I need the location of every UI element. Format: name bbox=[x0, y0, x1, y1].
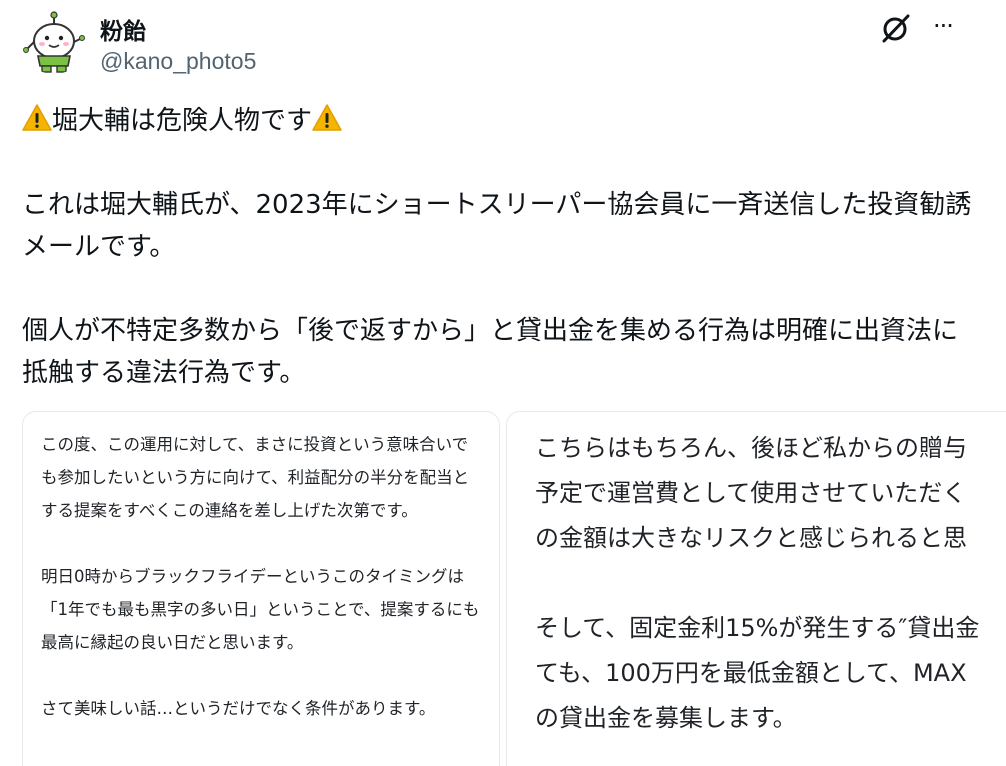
user-handle[interactable]: @kano_photo5 bbox=[100, 48, 256, 75]
image-text: の貸出金を募集します。 bbox=[535, 704, 797, 732]
image-text: の金額は大きなリスクと感じられると思 bbox=[535, 524, 967, 552]
image-text: ても、100万円を最低金額として、MAX bbox=[535, 659, 967, 687]
warning-icon bbox=[22, 103, 52, 133]
image-text: 明日0時からブラックフライデーというこのタイミングは「1年でも最も黒字の多い日」… bbox=[41, 567, 480, 652]
tweet-header: 粉飴 @kano_photo5 ··· bbox=[22, 10, 982, 80]
attached-image-right[interactable]: こちらはもちろん、後ほど私からの贈与 予定で運営費として使用させていただく の金… bbox=[506, 411, 1006, 766]
tweet-paragraph: 個人が不特定多数から「後で返すから」と貸出金を集める行為は明確に出資法に抵触する… bbox=[22, 316, 959, 388]
tweet-text: 堀大輔は危険人物です これは堀大輔氏が、2023年にショートスリーパー協会員に一… bbox=[22, 100, 972, 394]
tweet-media: この度、この運用に対して、まさに投資という意味合いでも参加したいという方に向けて… bbox=[22, 411, 1006, 766]
image-text: こちらはもちろん、後ほど私からの贈与 bbox=[535, 434, 967, 462]
avatar[interactable] bbox=[22, 10, 86, 74]
attached-image-left[interactable]: この度、この運用に対して、まさに投資という意味合いでも参加したいという方に向けて… bbox=[22, 411, 500, 766]
image-text: さて美味しい話…というだけでなく条件があります。 bbox=[41, 699, 436, 718]
tweet-paragraph: これは堀大輔氏が、2023年にショートスリーパー協会員に一斉送信した投資勧誘メー… bbox=[22, 190, 972, 262]
image-text: この度、この運用に対して、まさに投資という意味合いでも参加したいという方に向けて… bbox=[41, 435, 470, 520]
warning-icon bbox=[312, 103, 342, 133]
grok-icon[interactable] bbox=[880, 12, 912, 44]
more-icon[interactable]: ··· bbox=[927, 14, 959, 42]
image-text: 予定で運営費として使用させていただく bbox=[535, 479, 967, 507]
display-name[interactable]: 粉飴 bbox=[100, 12, 146, 46]
tweet-headline-text: 堀大輔は危険人物です bbox=[52, 106, 313, 136]
image-text: そして、固定金利15%が発生する″貸出金 bbox=[535, 614, 980, 642]
tweet-headline: 堀大輔は危険人物です bbox=[22, 100, 972, 142]
